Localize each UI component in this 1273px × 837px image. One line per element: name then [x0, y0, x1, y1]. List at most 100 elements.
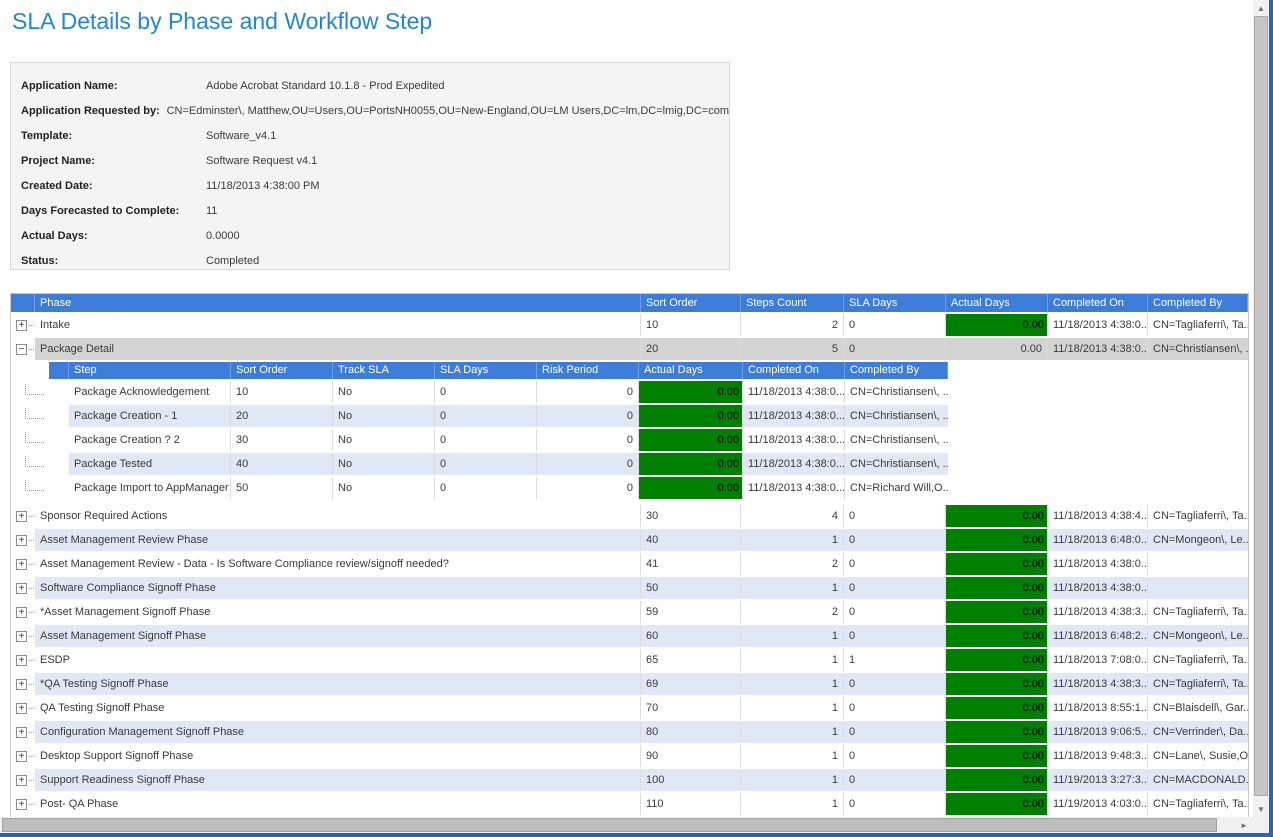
- phase-cell: Sponsor Required Actions: [35, 505, 641, 527]
- step-column-header: Completed By: [845, 362, 948, 379]
- report-info-panel: Application Name:Adobe Acrobat Standard …: [10, 62, 730, 270]
- expand-icon[interactable]: +: [16, 679, 27, 690]
- completed-by-cell: CN=Tagliaferri\, Ta..: [1148, 601, 1248, 623]
- step-sort-order-cell: 50: [231, 477, 333, 499]
- scroll-down-arrow-icon[interactable]: [1253, 801, 1269, 817]
- horizontal-scrollbar[interactable]: [0, 817, 1253, 833]
- collapse-icon[interactable]: −: [16, 344, 27, 355]
- steps-count-cell: 1: [741, 625, 844, 647]
- actual-days-bar: 0.00: [946, 769, 1047, 791]
- completed-by-cell: CN=Tagliaferri\, Ta...: [1148, 793, 1248, 815]
- phase-row: + Configuration Management Signoff Phase8…: [11, 721, 1248, 743]
- completed-on-cell: 11/18/2013 7:08:0...: [1048, 649, 1148, 671]
- tree-branch-icon: [25, 408, 44, 419]
- horizontal-scrollbar-thumb[interactable]: [2, 818, 1217, 832]
- completed-by-cell: CN=Blaisdell\, Gar...: [1148, 697, 1248, 719]
- phase-row: +Support Readiness Signoff Phase100100.0…: [11, 769, 1248, 791]
- sort-order-cell: 41: [641, 553, 741, 575]
- info-field-value: CN=Edminster\, Matthew,OU=Users,OU=Ports…: [167, 105, 729, 117]
- expand-icon[interactable]: +: [16, 631, 27, 642]
- sla-days-cell: 0: [844, 505, 946, 527]
- completed-on-cell: 11/18/2013 4:38:0...: [1048, 553, 1148, 575]
- phase-row: +Intake10200.0011/18/2013 4:38:0...CN=Ta…: [11, 314, 1248, 336]
- phase-row: +*QA Testing Signoff Phase69100.0011/18/…: [11, 673, 1248, 695]
- step-column-header: Sort Order: [231, 362, 333, 379]
- step-sla-days-cell: 0: [435, 405, 537, 427]
- actual-days-bar: 0.00: [639, 405, 742, 427]
- info-field-label: Days Forecasted to Complete:: [21, 205, 206, 217]
- column-header: Completed By: [1148, 294, 1248, 312]
- scroll-up-arrow-icon[interactable]: [1253, 0, 1269, 16]
- phase-row: +Asset Management Signoff Phase60100.001…: [11, 625, 1248, 647]
- vertical-scrollbar[interactable]: [1253, 0, 1269, 817]
- completed-by-cell: [1148, 553, 1248, 575]
- actual-days-bar: 0.00: [946, 697, 1047, 719]
- expand-icon[interactable]: +: [16, 511, 27, 522]
- sort-order-cell: 20: [641, 338, 741, 360]
- expand-icon[interactable]: +: [16, 799, 27, 810]
- step-completed-by-cell: CN=Richard Will,O...: [845, 477, 948, 499]
- sort-order-cell: 80: [641, 721, 741, 743]
- step-indent-gutter: [11, 477, 69, 499]
- scroll-right-arrow-icon[interactable]: [1236, 817, 1252, 833]
- completed-on-cell: 11/18/2013 4:38:0...: [1048, 577, 1148, 599]
- expand-icon[interactable]: +: [16, 775, 27, 786]
- step-risk-period-cell: 0: [537, 453, 639, 475]
- completed-by-cell: CN=MACDONALD...: [1148, 769, 1248, 791]
- sort-order-cell: 100: [641, 769, 741, 791]
- completed-on-cell: 11/18/2013 9:06:5...: [1048, 721, 1148, 743]
- sort-order-cell: 40: [641, 529, 741, 551]
- info-field-value: 0.0000: [206, 230, 240, 242]
- step-column-header: Actual Days: [639, 362, 743, 379]
- sla-days-cell: 1: [844, 649, 946, 671]
- phase-row: +*Asset Management Signoff Phase59200.00…: [11, 601, 1248, 623]
- step-track-sla-cell: No: [333, 405, 435, 427]
- vertical-scrollbar-thumb[interactable]: [1254, 16, 1268, 796]
- phase-cell: Configuration Management Signoff Phase: [35, 721, 641, 743]
- step-row: Package Import to AppManager50No000.0011…: [11, 477, 1248, 499]
- actual-days-cell: 0.00: [946, 625, 1048, 647]
- step-indent-gutter: [11, 381, 69, 403]
- completed-on-cell: 11/18/2013 8:55:1...: [1048, 697, 1148, 719]
- steps-count-cell: 2: [741, 601, 844, 623]
- expand-icon[interactable]: +: [16, 703, 27, 714]
- phase-cell: Support Readiness Signoff Phase: [35, 769, 641, 791]
- expand-icon[interactable]: +: [16, 535, 27, 546]
- step-sla-days-cell: 0: [435, 429, 537, 451]
- sla-days-cell: 0: [844, 577, 946, 599]
- actual-days-cell: 0.00: [946, 769, 1048, 791]
- phase-cell: Post- QA Phase: [35, 793, 641, 815]
- sla-days-cell: 0: [844, 553, 946, 575]
- step-row: Package Acknowledgement10No000.0011/18/2…: [11, 381, 1248, 403]
- expand-icon[interactable]: +: [16, 583, 27, 594]
- step-header-row: StepSort OrderTrack SLASLA DaysRisk Peri…: [49, 362, 1248, 379]
- step-sort-order-cell: 20: [231, 405, 333, 427]
- expand-cell: +: [11, 553, 35, 575]
- completed-by-cell: [1148, 577, 1248, 599]
- sla-days-cell: 0: [844, 793, 946, 815]
- step-column-header: Risk Period: [537, 362, 639, 379]
- phase-row: +Asset Management Review - Data - Is Sof…: [11, 553, 1248, 575]
- actual-days-cell: 0.00: [946, 577, 1048, 599]
- expand-icon[interactable]: +: [16, 751, 27, 762]
- step-step-cell: Package Acknowledgement: [69, 381, 231, 403]
- column-header: SLA Days: [844, 294, 946, 312]
- steps-count-cell: 1: [741, 721, 844, 743]
- steps-count-cell: 1: [741, 577, 844, 599]
- expand-icon[interactable]: +: [16, 320, 27, 331]
- expand-icon[interactable]: +: [16, 559, 27, 570]
- steps-count-cell: 1: [741, 793, 844, 815]
- phase-row: +ESDP65110.0011/18/2013 7:08:0...CN=Tagl…: [11, 649, 1248, 671]
- step-column-header: Step: [69, 362, 231, 379]
- actual-days-bar: 0.00: [639, 429, 742, 451]
- sla-days-cell: 0: [844, 721, 946, 743]
- completed-on-cell: 11/18/2013 4:38:4...: [1048, 505, 1148, 527]
- expand-cell: +: [11, 577, 35, 599]
- steps-count-cell: 5: [741, 338, 844, 360]
- phase-cell: Intake: [35, 314, 641, 336]
- expand-icon[interactable]: +: [16, 607, 27, 618]
- actual-days-bar: 0.00: [946, 649, 1047, 671]
- expand-icon[interactable]: +: [16, 655, 27, 666]
- expand-icon[interactable]: +: [16, 727, 27, 738]
- actual-days-cell: 0.00: [946, 338, 1048, 360]
